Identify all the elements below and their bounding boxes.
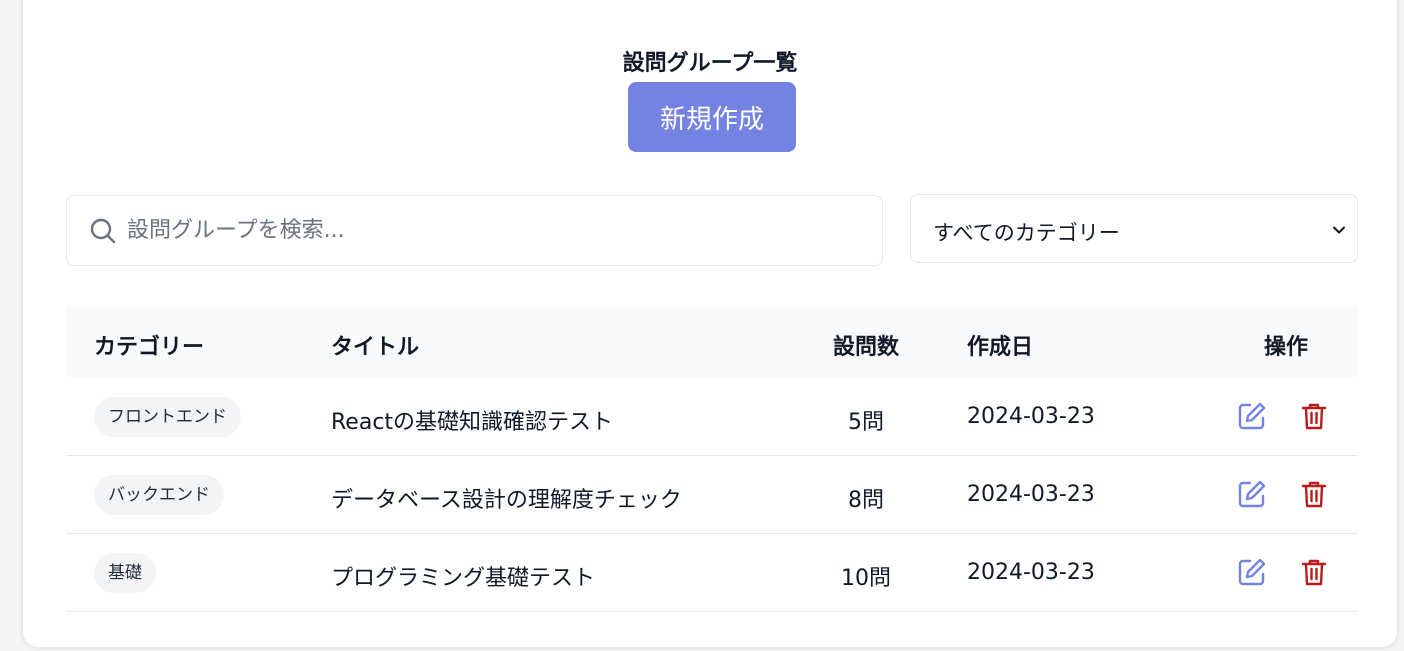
table-row: バックエンド データベース設計の理解度チェック 8問 2024-03-23: [66, 456, 1358, 534]
column-header-category: カテゴリー: [94, 335, 205, 360]
row-title: データベース設計の理解度チェック: [331, 488, 682, 513]
row-date: 2024-03-23: [967, 482, 1095, 507]
search-icon: [90, 218, 116, 244]
edit-icon: [1238, 480, 1266, 508]
row-count: 5問: [848, 410, 884, 435]
column-header-title: タイトル: [331, 335, 420, 360]
row-date: 2024-03-23: [967, 560, 1095, 585]
row-title: プログラミング基礎テスト: [331, 566, 596, 591]
row-count: 10問: [841, 566, 891, 591]
search-box[interactable]: [66, 195, 883, 266]
delete-button[interactable]: [1298, 556, 1330, 588]
row-date: 2024-03-23: [967, 404, 1095, 429]
category-badge: フロントエンド: [94, 397, 241, 437]
column-header-count: 設問数: [832, 335, 899, 360]
trash-icon: [1301, 403, 1327, 430]
row-title: Reactの基礎知識確認テスト: [331, 410, 614, 435]
edit-button[interactable]: [1236, 400, 1268, 432]
column-header-date: 作成日: [967, 335, 1034, 360]
column-header-actions: 操作: [1263, 335, 1308, 360]
table-row: 基礎 プログラミング基礎テスト 10問 2024-03-23: [66, 534, 1358, 612]
question-group-card: 設問グループ一覧 新規作成 すべてのカテゴリー カテゴリー タイトル 設問数 作…: [22, 0, 1398, 648]
table-row: フロントエンド Reactの基礎知識確認テスト 5問 2024-03-23: [66, 378, 1358, 456]
category-badge: バックエンド: [94, 475, 224, 515]
table-header: カテゴリー タイトル 設問数 作成日 操作: [66, 307, 1358, 378]
edit-icon: [1238, 558, 1266, 586]
new-button[interactable]: 新規作成: [628, 82, 796, 152]
search-input[interactable]: [127, 196, 867, 265]
delete-button[interactable]: [1298, 478, 1330, 510]
edit-button[interactable]: [1236, 556, 1268, 588]
category-select-value: すべてのカテゴリー: [933, 221, 1120, 245]
chevron-down-icon: [1333, 226, 1345, 234]
page-title: 設問グループ一覧: [622, 51, 798, 76]
question-group-table: カテゴリー タイトル 設問数 作成日 操作 フロントエンド Reactの基礎知識…: [66, 307, 1358, 612]
edit-icon: [1238, 402, 1266, 430]
category-select[interactable]: すべてのカテゴリー: [910, 194, 1358, 263]
trash-icon: [1301, 559, 1327, 586]
edit-button[interactable]: [1236, 478, 1268, 510]
delete-button[interactable]: [1298, 400, 1330, 432]
category-badge: 基礎: [94, 553, 156, 593]
row-count: 8問: [848, 488, 884, 513]
trash-icon: [1301, 481, 1327, 508]
